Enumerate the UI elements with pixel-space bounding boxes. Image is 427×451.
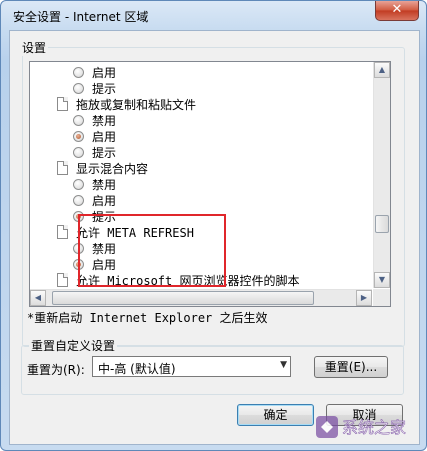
horizontal-scrollbar[interactable]: ◀ ▶ xyxy=(30,289,372,306)
watermark-logo: 系统之家 xyxy=(316,416,406,438)
radio-unchecked-icon[interactable] xyxy=(73,146,84,158)
setting-label: 禁用 xyxy=(92,113,117,128)
left-arrow-icon: ◀ xyxy=(34,293,42,302)
setting-label: 拖放或复制和粘贴文件 xyxy=(76,97,197,112)
setting-option[interactable]: 启用 xyxy=(73,64,116,80)
reset-level-value: 中-高 (默认值) xyxy=(98,362,176,376)
setting-category: 拖放或复制和粘贴文件 xyxy=(57,96,196,112)
setting-label: 显示混合内容 xyxy=(76,161,149,176)
scroll-up-button[interactable]: ▲ xyxy=(374,62,390,78)
horizontal-scroll-thumb[interactable] xyxy=(52,291,314,305)
scroll-left-button[interactable]: ◀ xyxy=(30,290,46,306)
ok-button[interactable]: 确定 xyxy=(237,404,314,426)
radio-unchecked-icon[interactable] xyxy=(73,194,84,206)
dialog-window: 安全设置 - Internet 区域 ✕ 设置 启用 提示 拖放或复制和粘贴文件 禁用… xyxy=(0,0,427,451)
chevron-down-icon: ▼ xyxy=(280,360,287,370)
settings-group-label: 设置 xyxy=(20,39,49,56)
setting-label: 提示 xyxy=(92,81,117,96)
setting-option[interactable]: 启用 xyxy=(73,192,116,208)
vertical-scroll-thumb[interactable] xyxy=(375,215,389,233)
up-arrow-icon: ▲ xyxy=(378,65,386,74)
reset-button[interactable]: 重置(E)... xyxy=(314,356,388,378)
setting-label: 启用 xyxy=(92,65,117,80)
restart-note: *重新启动 Internet Explorer 之后生效 xyxy=(27,311,268,325)
radio-checked-icon[interactable] xyxy=(73,130,84,142)
watermark-text: 系统之家 xyxy=(342,418,406,437)
close-button[interactable]: ✕ xyxy=(375,1,419,21)
document-icon xyxy=(57,225,68,239)
scrollbar-corner xyxy=(373,289,390,306)
setting-option[interactable]: 提示 xyxy=(73,80,116,96)
right-arrow-icon: ▶ xyxy=(360,293,368,302)
down-arrow-icon: ▼ xyxy=(378,275,386,284)
settings-list[interactable]: 启用 提示 拖放或复制和粘贴文件 禁用 启用 提示 显示混合内容 禁用 启用 提示 允许 META … xyxy=(29,61,391,307)
document-icon xyxy=(57,97,68,111)
setting-label: 提示 xyxy=(92,145,117,160)
document-icon xyxy=(57,161,68,175)
setting-label: 禁用 xyxy=(92,177,117,192)
setting-label: 启用 xyxy=(92,193,117,208)
setting-option[interactable]: 提示 xyxy=(73,144,116,160)
setting-label: 启用 xyxy=(92,129,117,144)
radio-unchecked-icon[interactable] xyxy=(73,82,84,94)
scroll-down-button[interactable]: ▼ xyxy=(374,272,390,288)
radio-unchecked-icon[interactable] xyxy=(73,66,84,78)
scroll-right-button[interactable]: ▶ xyxy=(356,290,372,306)
radio-unchecked-icon[interactable] xyxy=(73,178,84,190)
setting-option[interactable]: 启用 xyxy=(73,128,116,144)
title-bar[interactable]: 安全设置 - Internet 区域 ✕ xyxy=(1,1,426,29)
highlight-annotation-box xyxy=(78,214,226,287)
setting-category: 显示混合内容 xyxy=(57,160,148,176)
setting-option[interactable]: 禁用 xyxy=(73,112,116,128)
reset-level-select[interactable]: 中-高 (默认值) ▼ xyxy=(92,356,291,377)
reset-group-label: 重置自定义设置 xyxy=(29,337,118,354)
vertical-scrollbar[interactable]: ▲ ▼ xyxy=(373,62,390,288)
reset-to-label: 重置为(R): xyxy=(27,363,85,377)
radio-unchecked-icon[interactable] xyxy=(73,114,84,126)
document-icon xyxy=(57,273,68,287)
window-title: 安全设置 - Internet 区域 xyxy=(13,10,149,24)
setting-option[interactable]: 禁用 xyxy=(73,176,116,192)
close-icon: ✕ xyxy=(391,2,403,17)
